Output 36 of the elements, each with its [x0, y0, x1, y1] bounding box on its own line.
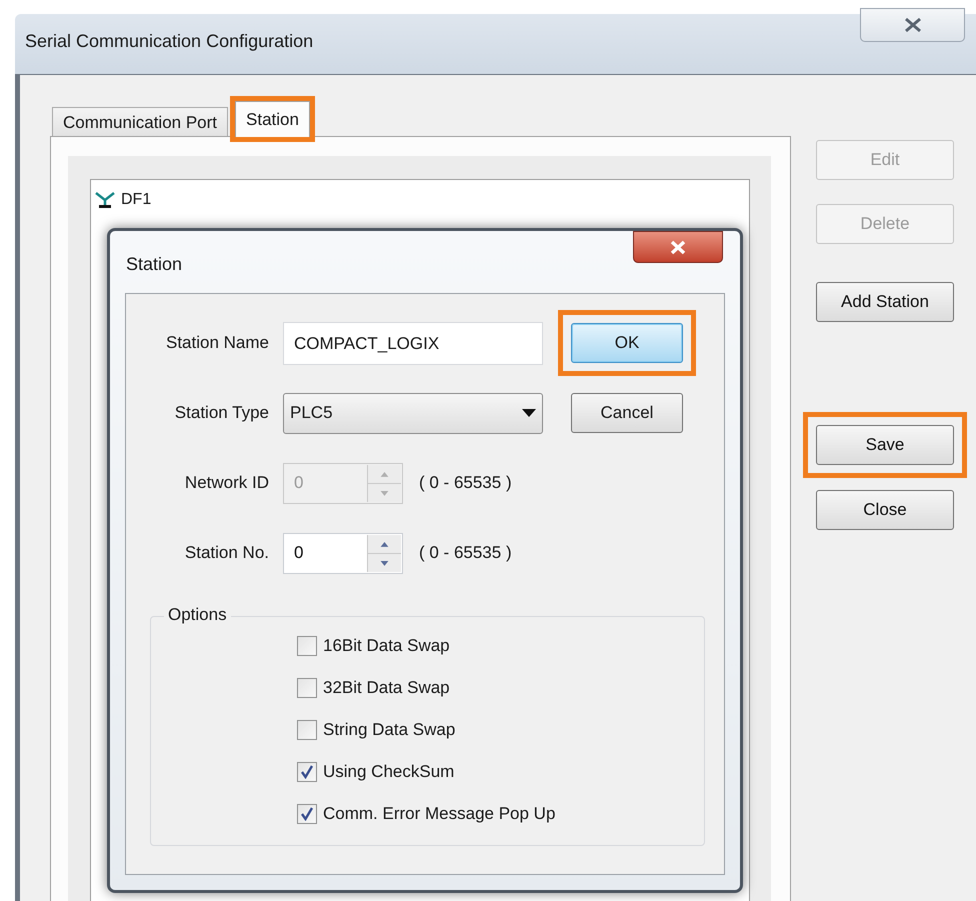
- close-icon: [669, 240, 687, 254]
- checkbox-label: 32Bit Data Swap: [323, 677, 450, 700]
- range-hint: ( 0 - 65535 ): [419, 542, 512, 564]
- checkbox-label: 16Bit Data Swap: [323, 635, 450, 658]
- checkbox[interactable]: [297, 804, 317, 824]
- side-button[interactable]: Save: [816, 425, 954, 465]
- field-label: Station Name: [165, 332, 270, 354]
- dialog-title: Station: [126, 253, 182, 276]
- dropdown[interactable]: PLC5: [283, 392, 543, 434]
- spin-down-icon[interactable]: [368, 554, 401, 572]
- dialog-button[interactable]: Cancel: [571, 393, 683, 433]
- close-button[interactable]: [860, 8, 965, 42]
- checkbox-label: String Data Swap: [323, 719, 456, 742]
- close-icon: [902, 17, 922, 33]
- side-button[interactable]: Add Station: [816, 282, 954, 322]
- window-title: Serial Communication Configuration: [25, 30, 314, 53]
- close-button[interactable]: [633, 231, 723, 263]
- tree-item[interactable]: DF1: [121, 188, 152, 212]
- field-label: Station Type: [174, 402, 270, 424]
- dialog-button[interactable]: OK: [571, 323, 683, 363]
- checkbox-label: Comm. Error Message Pop Up: [323, 803, 556, 826]
- input-field[interactable]: COMPACT_LOGIX: [283, 322, 543, 364]
- field-label: Network ID: [184, 472, 270, 494]
- spin-up-icon[interactable]: [368, 534, 401, 554]
- tab[interactable]: Communication Port: [52, 107, 228, 137]
- side-button[interactable]: Close: [816, 490, 954, 530]
- range-hint: ( 0 - 65535 ): [419, 472, 512, 494]
- field-label: Station No.: [184, 542, 270, 564]
- dropdown-arrow-icon: [522, 409, 536, 417]
- spin-field[interactable]: 0: [283, 532, 403, 574]
- checkbox[interactable]: [297, 636, 317, 656]
- checkbox[interactable]: [297, 762, 317, 782]
- checkbox-label: Using CheckSum: [323, 761, 454, 784]
- checkbox[interactable]: [297, 678, 317, 698]
- checkbox[interactable]: [297, 720, 317, 740]
- antenna-icon: [95, 191, 115, 209]
